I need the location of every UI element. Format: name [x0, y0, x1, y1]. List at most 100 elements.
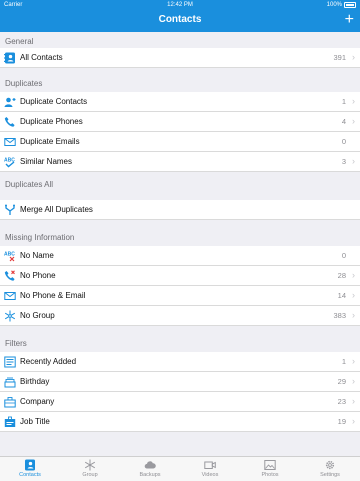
- section-header-general: General: [0, 32, 360, 48]
- cake-icon: [4, 376, 16, 388]
- status-time: 12:42 PM: [167, 2, 193, 8]
- nav-bar: Contacts +: [0, 10, 360, 32]
- video-tab-icon: [204, 461, 216, 469]
- tab-contacts[interactable]: Contacts: [0, 457, 60, 481]
- row-recently-added[interactable]: Recently Added 1 ›: [0, 352, 360, 372]
- phone-icon: [4, 116, 16, 128]
- row-label: Job Title: [20, 417, 50, 426]
- section-header-filters: Filters: [0, 334, 360, 350]
- photo-tab-icon: [264, 460, 276, 470]
- chevron-right-icon: ›: [352, 290, 355, 300]
- row-count: 29: [337, 377, 346, 386]
- row-label: Recently Added: [20, 357, 77, 366]
- tab-videos[interactable]: Videos: [180, 457, 240, 481]
- row-label: Duplicate Contacts: [20, 97, 88, 106]
- row-no-phone[interactable]: No Phone 28 ›: [0, 266, 360, 286]
- row-count: 383: [333, 311, 346, 320]
- tab-label: Backups: [139, 472, 161, 478]
- row-label: Company: [20, 397, 55, 406]
- row-duplicate-emails[interactable]: Duplicate Emails 0: [0, 132, 360, 152]
- add-button[interactable]: +: [345, 10, 354, 30]
- chevron-right-icon: ›: [352, 416, 355, 426]
- chevron-right-icon: ›: [352, 270, 355, 280]
- row-label: No Phone & Email: [20, 291, 86, 300]
- row-label: Merge All Duplicates: [20, 205, 93, 214]
- section-header-duplicates-all: Duplicates All: [0, 175, 360, 191]
- abc-check-icon: ABC: [4, 156, 16, 168]
- chevron-right-icon: ›: [352, 96, 355, 106]
- tab-label: Settings: [320, 472, 340, 478]
- row-count: 23: [337, 397, 346, 406]
- abc-cross-icon: ABC: [4, 250, 16, 262]
- row-count: 3: [341, 157, 346, 166]
- row-count: 28: [337, 271, 346, 280]
- tab-backups[interactable]: Backups: [120, 457, 180, 481]
- battery-indicator: 100%: [327, 0, 356, 10]
- chevron-right-icon: ›: [352, 116, 355, 126]
- chevron-right-icon: ›: [352, 52, 355, 62]
- row-count: 14: [337, 291, 346, 300]
- battery-icon: [344, 2, 356, 8]
- envelope-cross-icon: [4, 290, 16, 302]
- row-count: 1: [341, 357, 346, 366]
- snowflake-icon: [4, 310, 16, 322]
- row-label: No Group: [20, 311, 55, 320]
- cloud-tab-icon: [144, 461, 156, 469]
- tab-label: Videos: [201, 472, 219, 478]
- gear-tab-icon: [325, 460, 335, 470]
- envelope-icon: [4, 136, 16, 148]
- svg-text:ABC: ABC: [4, 252, 15, 258]
- tab-label: Photos: [261, 472, 279, 478]
- row-label: Duplicate Phones: [20, 117, 83, 126]
- contacts-list[interactable]: General All Contacts 391 › Duplicates Du…: [0, 32, 360, 456]
- row-label: No Name: [20, 251, 54, 260]
- phone-cross-icon: [4, 270, 16, 282]
- row-duplicate-contacts[interactable]: Duplicate Contacts 1 ›: [0, 92, 360, 112]
- row-company[interactable]: Company 23 ›: [0, 392, 360, 412]
- row-count: 1: [341, 97, 346, 106]
- contacts-tab-icon: [25, 459, 35, 471]
- tab-photos[interactable]: Photos: [240, 457, 300, 481]
- row-count: 4: [341, 117, 346, 126]
- chevron-right-icon: ›: [352, 310, 355, 320]
- battery-percent: 100%: [326, 2, 342, 8]
- chevron-right-icon: ›: [352, 356, 355, 366]
- row-birthday[interactable]: Birthday 29 ›: [0, 372, 360, 392]
- duplicate-person-icon: [4, 96, 16, 108]
- row-count: 0: [341, 251, 346, 260]
- row-count: 0: [341, 137, 346, 146]
- merge-icon: [4, 204, 16, 216]
- row-label: No Phone: [20, 271, 56, 280]
- chevron-right-icon: ›: [352, 396, 355, 406]
- row-count: 391: [333, 53, 346, 62]
- tab-bar: Contacts Group Backups Videos Photos Set…: [0, 456, 360, 481]
- badge-icon: [4, 416, 16, 428]
- clock-list-icon: [4, 356, 16, 368]
- row-no-group[interactable]: No Group 383 ›: [0, 306, 360, 326]
- tab-label: Group: [82, 472, 98, 478]
- row-job-title[interactable]: Job Title 19 ›: [0, 412, 360, 432]
- row-duplicate-phones[interactable]: Duplicate Phones 4 ›: [0, 112, 360, 132]
- section-header-duplicates: Duplicates: [0, 74, 360, 90]
- tab-settings[interactable]: Settings: [300, 457, 360, 481]
- snowflake-tab-icon: [84, 459, 96, 471]
- row-label: Birthday: [20, 377, 50, 386]
- section-header-missing-information: Missing Information: [0, 228, 360, 244]
- row-all-contacts[interactable]: All Contacts 391 ›: [0, 48, 360, 68]
- page-title: Contacts: [158, 14, 202, 25]
- row-no-phone-and-email[interactable]: No Phone & Email 14 ›: [0, 286, 360, 306]
- contacts-book-icon: [4, 52, 16, 64]
- tab-group[interactable]: Group: [60, 457, 120, 481]
- row-merge-all-duplicates[interactable]: Merge All Duplicates: [0, 200, 360, 220]
- row-label: All Contacts: [20, 53, 63, 62]
- chevron-right-icon: ›: [352, 376, 355, 386]
- row-no-name[interactable]: ABC No Name 0: [0, 246, 360, 266]
- row-similar-names[interactable]: ABC Similar Names 3 ›: [0, 152, 360, 172]
- chevron-right-icon: ›: [352, 156, 355, 166]
- status-bar: Carrier 12:42 PM 100%: [0, 0, 360, 10]
- row-label: Similar Names: [20, 157, 73, 166]
- building-icon: [4, 396, 16, 408]
- tab-label: Contacts: [19, 472, 41, 478]
- row-count: 19: [337, 417, 346, 426]
- row-label: Duplicate Emails: [20, 137, 80, 146]
